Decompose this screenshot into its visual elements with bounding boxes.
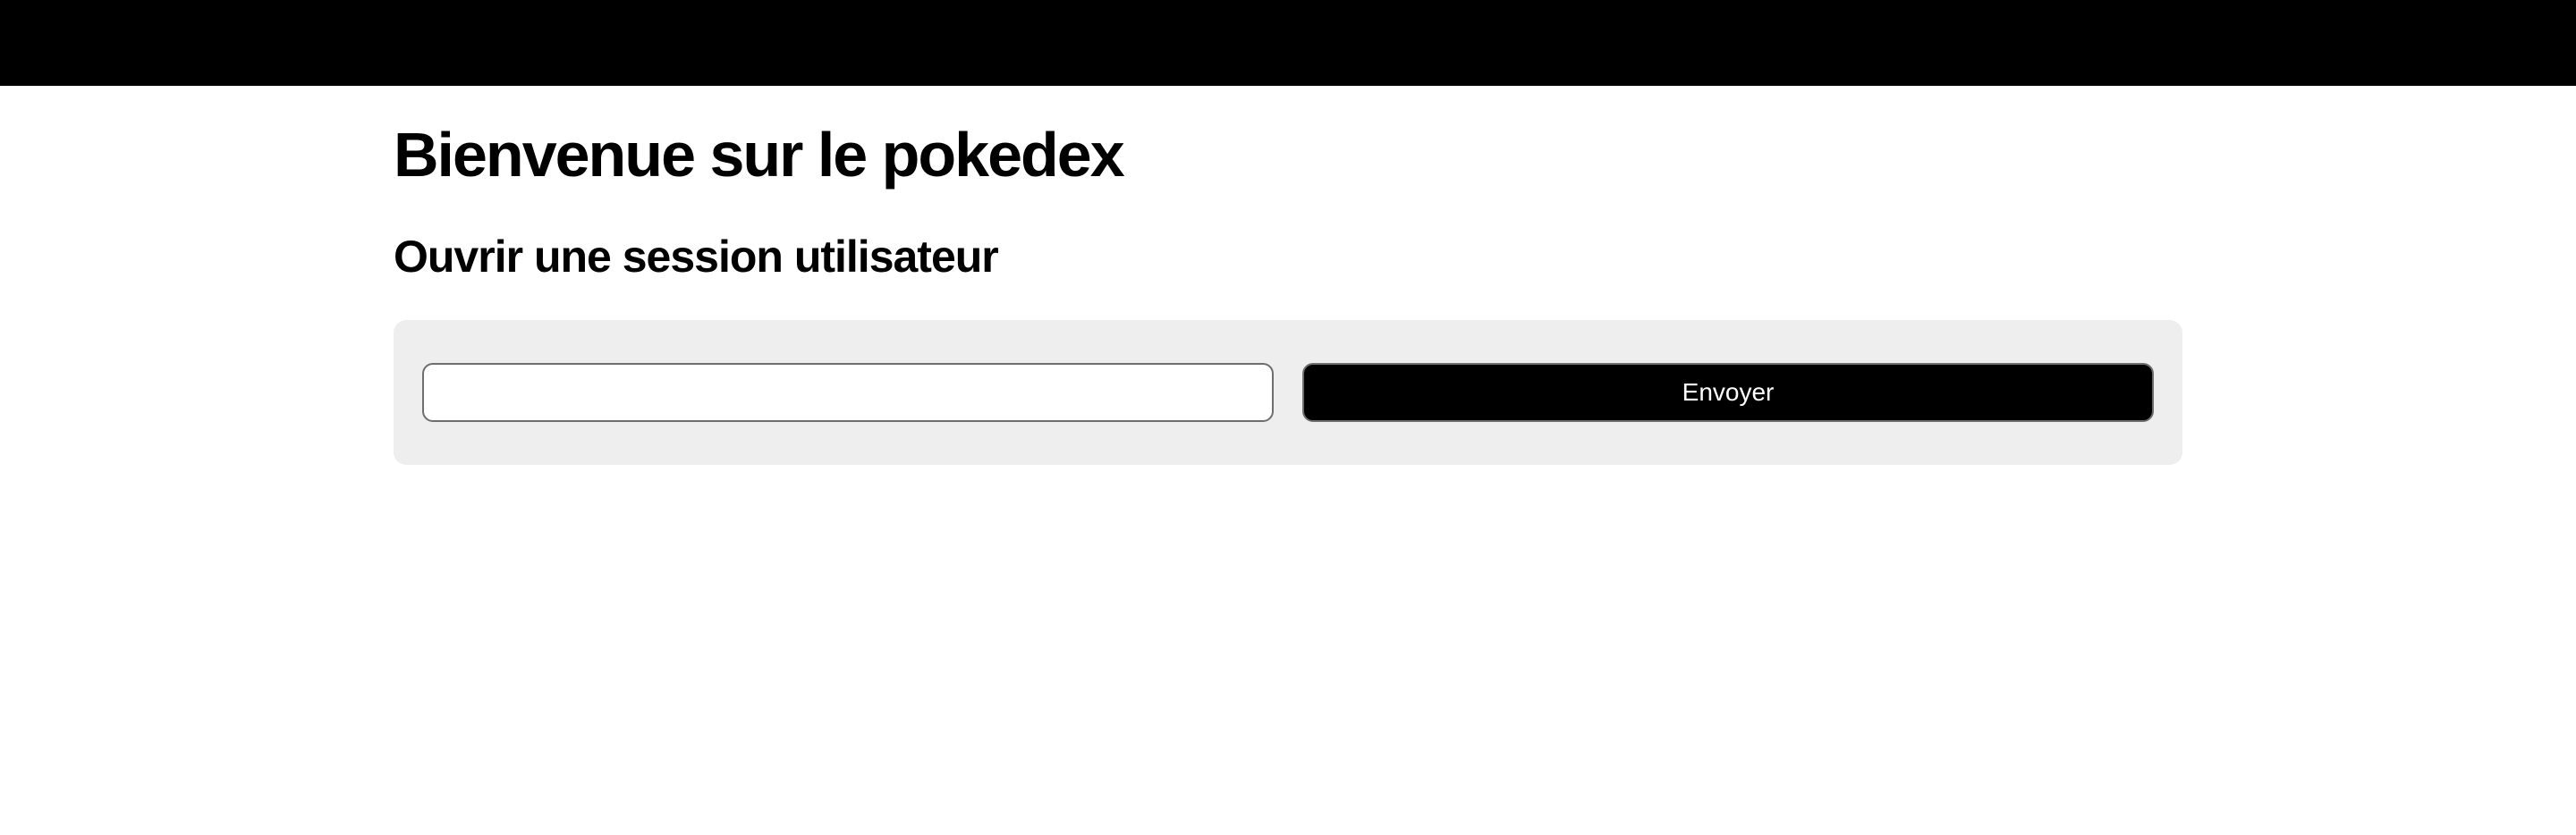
username-input[interactable]	[422, 363, 1274, 422]
page-title: Bienvenue sur le pokedex	[394, 120, 1125, 190]
submit-button[interactable]: Envoyer	[1302, 363, 2154, 422]
top-navigation-bar	[0, 0, 2576, 86]
login-section-title: Ouvrir une session utilisateur	[394, 232, 999, 282]
login-form: Envoyer	[394, 320, 2182, 465]
